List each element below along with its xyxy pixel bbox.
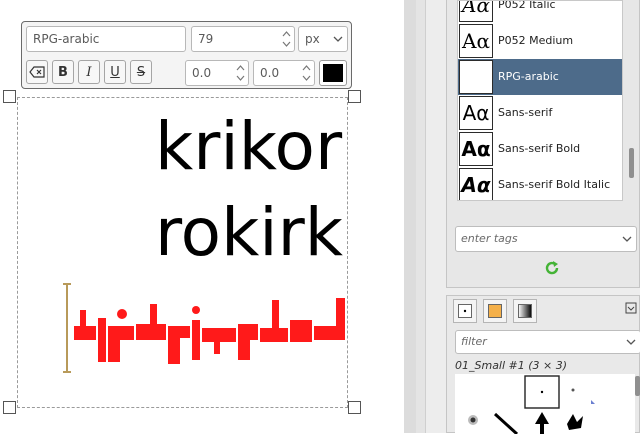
canvas-scroll-area [404,0,416,433]
font-size-field[interactable]: 79 [191,26,295,52]
chevron-down-icon [622,236,632,242]
fonts-panel: Aα P052 Italic Aα P052 Medium RPG-arabic Aα Sa… [446,0,640,288]
eraser-icon [29,66,45,78]
font-preview-icon: Aα [459,1,493,22]
font-name-label: P052 Medium [498,34,574,47]
brush-grid-scrollbar[interactable] [635,376,640,396]
bold-button[interactable]: B [52,60,74,84]
font-row[interactable]: Aα Sans-serif Bold [458,131,622,167]
brush-previews [468,375,595,436]
brushes-panel: filter 01_Small #1 (3 × 3) [446,295,640,436]
panel-menu-icon[interactable] [625,302,637,314]
tags-input[interactable]: enter tags [455,226,637,252]
tab-gradients[interactable] [513,299,537,323]
font-preview-icon: Aα [459,132,493,166]
resize-handle-top-right[interactable] [348,90,361,103]
right-dock: Aα P052 Italic Aα P052 Medium RPG-arabic Aα Sa… [416,0,640,436]
brush-grid[interactable] [455,374,635,436]
gradient-icon [518,304,532,318]
tab-patterns[interactable] [483,299,507,323]
spin-arrows-icon[interactable] [282,29,291,49]
text-cursor-icon [63,283,71,373]
canvas-text-line-1: krikor [155,108,343,185]
tags-placeholder: enter tags [461,232,518,245]
resize-handle-bottom-left[interactable] [3,401,16,414]
font-name-label: Sans-serif [498,106,553,119]
font-list-scrollbar[interactable] [629,8,634,198]
font-preview-icon: Aα [459,96,493,130]
spin-arrows-icon[interactable] [302,63,311,83]
italic-button[interactable]: I [78,60,100,84]
filter-placeholder: filter [461,335,487,348]
font-name-label: P052 Italic [498,0,556,11]
letter-spacing-field[interactable]: 0.0 [185,60,249,86]
text-tool-toolbar: RPG-arabic 79 px B I U S 0.0 0.0 [21,21,352,89]
resize-handle-bottom-right[interactable] [348,401,361,414]
font-row[interactable]: RPG-arabic [458,59,622,95]
font-name-field[interactable]: RPG-arabic [26,26,186,52]
letter-spacing-value: 0.0 [192,66,212,80]
spin-arrows-icon[interactable] [236,63,245,83]
font-row[interactable]: Aα P052 Medium [458,23,622,59]
font-size-value: 79 [198,32,214,46]
font-list[interactable]: Aα P052 Italic Aα P052 Medium RPG-arabic Aα Sa… [457,0,623,201]
brush-dot-icon [458,304,472,318]
underline-button[interactable]: U [104,60,126,84]
font-name-label: RPG-arabic [498,70,559,83]
font-preview-icon: Aα [459,24,493,58]
canvas-text-line-2: rokirk [155,194,343,271]
brush-filter-input[interactable]: filter [455,330,640,354]
resize-handle-top-left[interactable] [3,90,16,103]
line-spacing-value: 0.0 [260,66,280,80]
font-name-label: Sans-serif Bold Italic [498,178,611,191]
chevron-down-icon [333,36,343,42]
font-name-label: Sans-serif Bold [498,142,581,155]
font-row[interactable]: Aα Sans-serif [458,95,622,131]
clear-style-button[interactable] [26,60,48,84]
unit-value: px [305,32,320,46]
font-row[interactable]: Aα P052 Italic [458,0,622,23]
color-swatch [323,64,343,82]
strikethrough-button[interactable]: S [130,60,152,84]
text-color-button[interactable] [319,60,347,86]
selected-brush-label: 01_Small #1 (3 × 3) [455,359,568,372]
unit-select[interactable]: px [298,26,348,52]
line-spacing-field[interactable]: 0.0 [253,60,315,86]
font-preview-icon [459,60,493,94]
font-preview-icon: Aα [459,168,493,200]
chevron-down-icon [626,339,636,345]
refresh-icon[interactable] [543,259,561,277]
arabic-text-glyphs [74,298,345,364]
tab-brushes[interactable] [453,299,477,323]
pattern-icon [488,304,502,318]
dock-divider[interactable] [416,0,426,433]
font-row[interactable]: Aα Sans-serif Bold Italic [458,167,622,200]
